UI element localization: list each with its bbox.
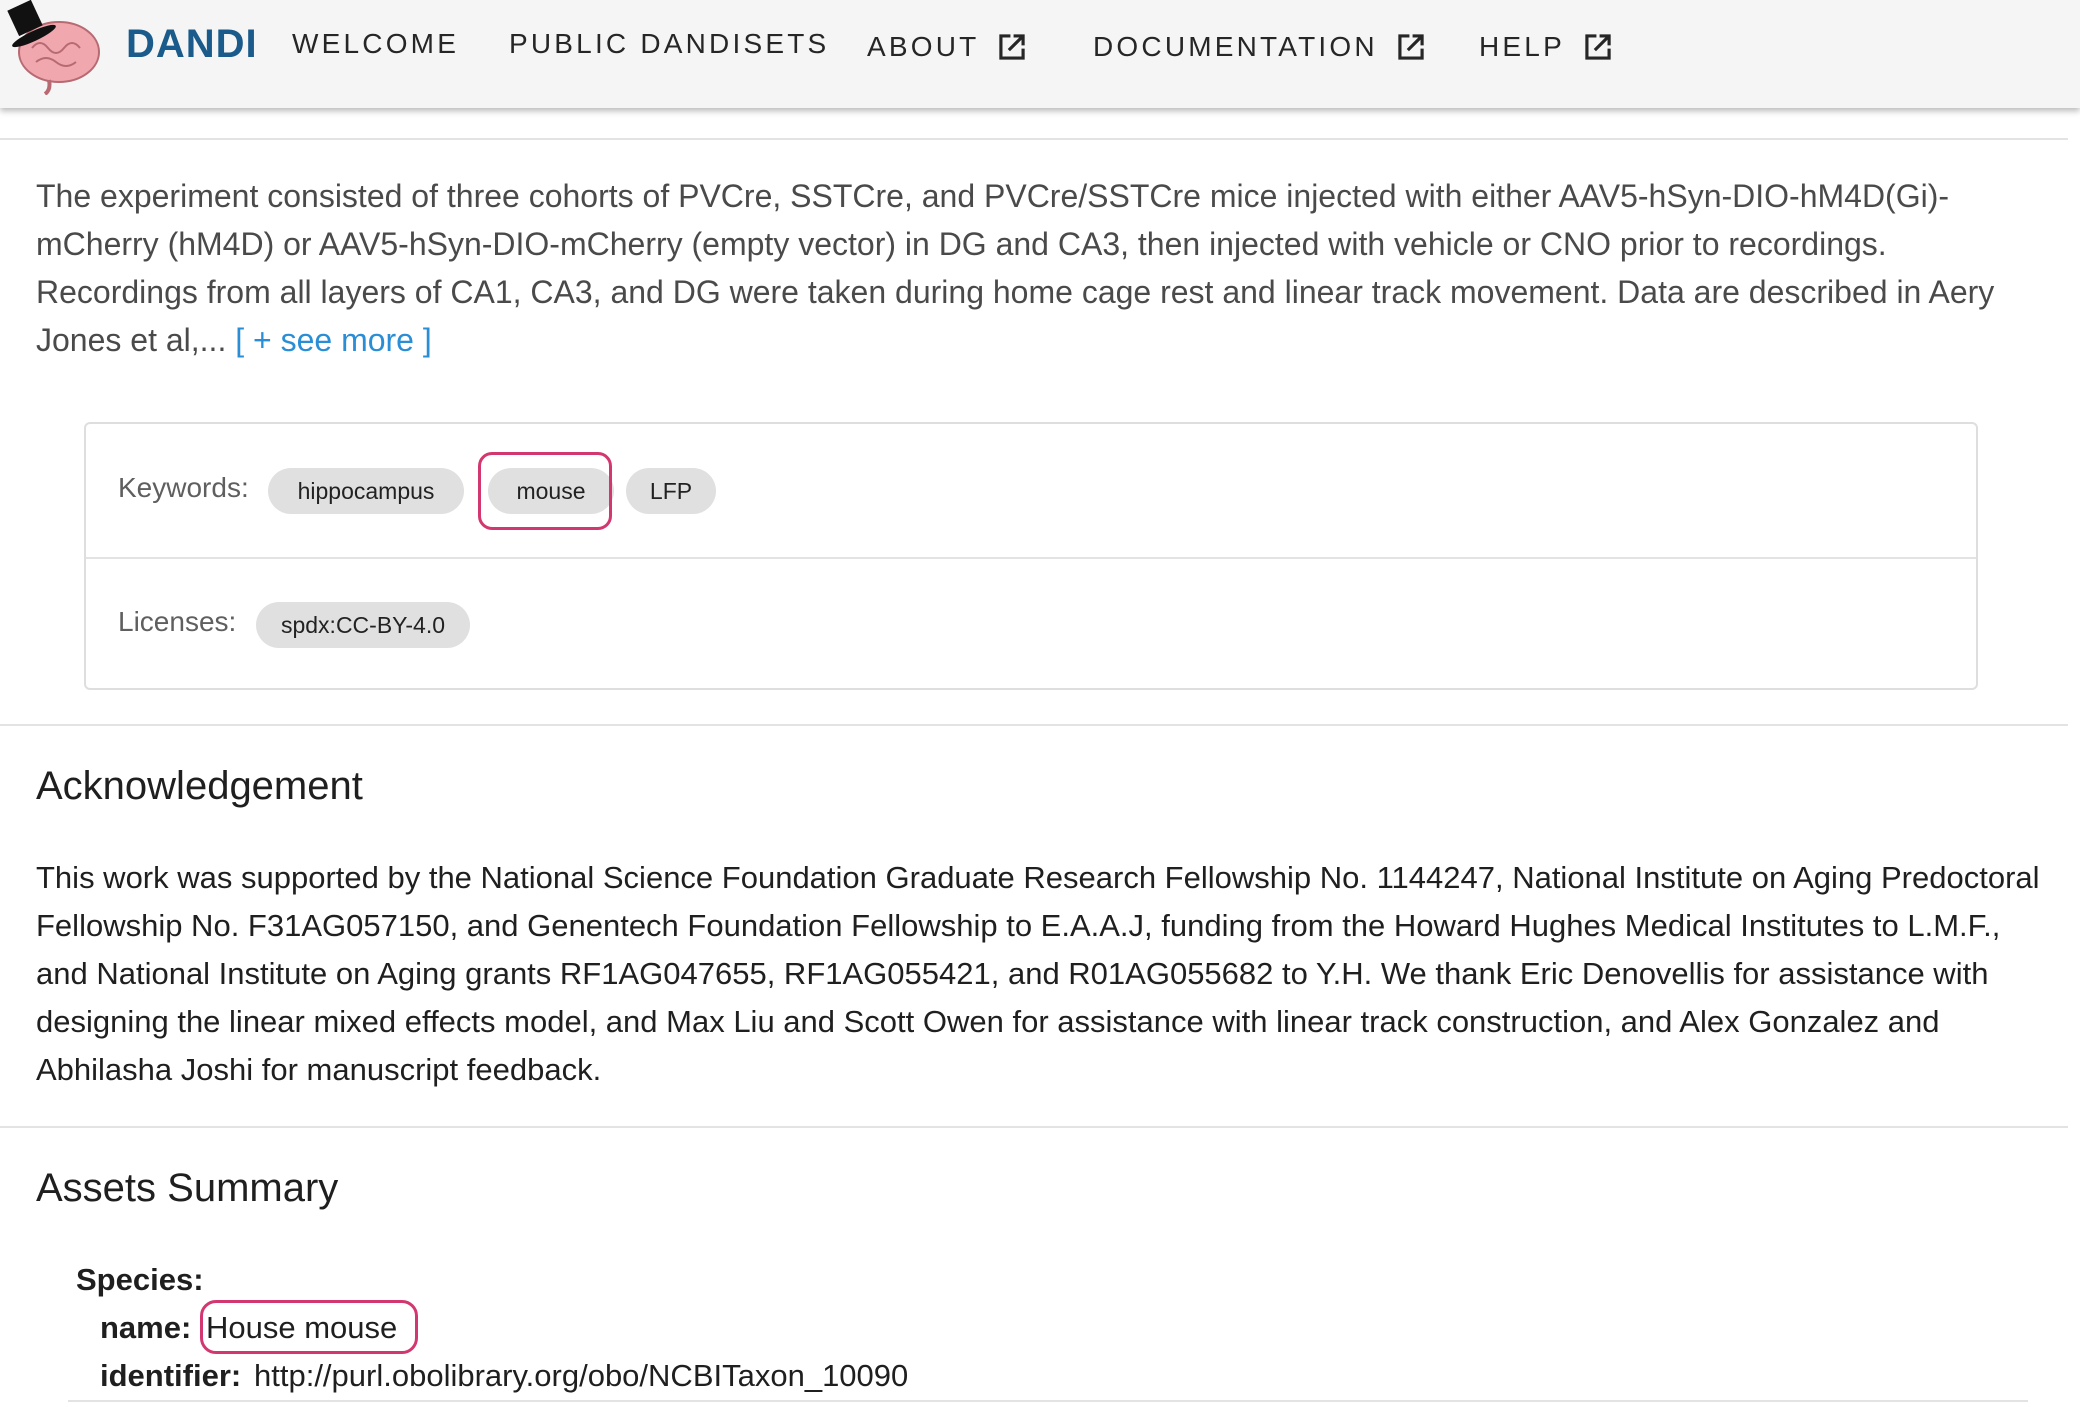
species-identifier-row: identifier: — [100, 1358, 241, 1394]
nav-help-label: HELP — [1479, 31, 1565, 62]
keywords-label: Keywords: — [118, 472, 249, 503]
divider — [68, 1400, 2028, 1402]
nav-documentation[interactable]: DOCUMENTATION — [1093, 28, 1430, 66]
keyword-chip-hippocampus[interactable]: hippocampus — [268, 468, 464, 514]
species-name-row: name: — [100, 1310, 191, 1346]
divider — [0, 724, 2068, 726]
highlight-outline — [200, 1300, 418, 1354]
metadata-card: Keywords: hippocampus mouse LFP Licenses… — [84, 422, 1978, 690]
open-in-new-icon — [1398, 34, 1424, 60]
species-identifier-link[interactable]: http://purl.obolibrary.org/obo/NCBITaxon… — [254, 1358, 908, 1394]
license-chip[interactable]: spdx:CC-BY-4.0 — [256, 602, 470, 648]
open-in-new-icon — [1585, 34, 1611, 60]
open-in-new-icon — [999, 34, 1026, 60]
nav-documentation-label: DOCUMENTATION — [1093, 31, 1378, 62]
species-label: Species: — [76, 1262, 204, 1298]
dandi-brain-logo-icon[interactable] — [4, 0, 104, 95]
app-bar: DANDI WELCOME PUBLIC DANDISETS ABOUT DOC… — [0, 0, 2080, 108]
nav-help[interactable]: HELP — [1479, 28, 1617, 66]
assets-summary-title: Assets Summary — [36, 1166, 339, 1210]
divider — [0, 1126, 2068, 1128]
nav-about-label: ABOUT — [867, 31, 980, 62]
card-divider — [86, 557, 1976, 559]
nav-public-dandisets-label: PUBLIC DANDISETS — [509, 28, 830, 59]
species-label-text: Species: — [76, 1262, 204, 1297]
see-more-link[interactable]: [ + see more ] — [235, 322, 432, 358]
nav-welcome[interactable]: WELCOME — [292, 28, 459, 60]
brand-title[interactable]: DANDI — [126, 22, 258, 67]
identifier-label: identifier: — [100, 1358, 242, 1393]
nav-welcome-label: WELCOME — [292, 28, 460, 59]
licenses-label: Licenses: — [118, 606, 237, 637]
nav-public-dandisets[interactable]: PUBLIC DANDISETS — [509, 28, 829, 60]
acknowledgement-text: This work was supported by the National … — [36, 860, 2040, 1087]
dandiset-description: The experiment consisted of three cohort… — [36, 172, 2036, 364]
nav-about[interactable]: ABOUT — [867, 28, 1031, 66]
name-label: name: — [100, 1310, 192, 1345]
divider — [0, 138, 2068, 140]
highlight-outline — [478, 452, 612, 530]
acknowledgement-title: Acknowledgement — [36, 764, 363, 808]
keyword-chip-lfp[interactable]: LFP — [626, 468, 716, 514]
